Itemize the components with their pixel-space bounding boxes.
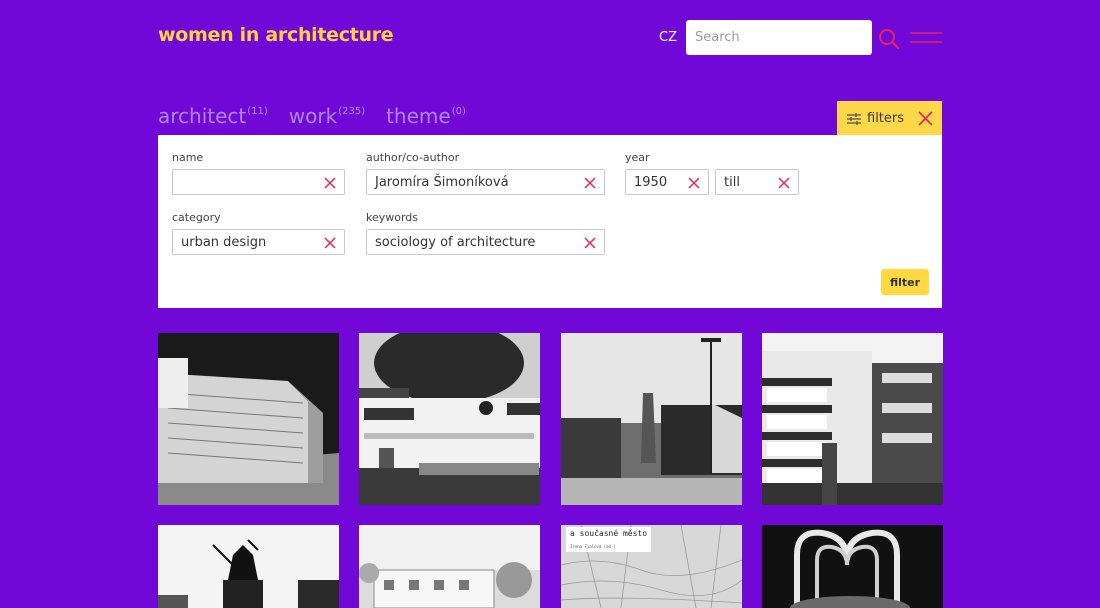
category-field[interactable]: urban design xyxy=(172,229,345,255)
work-thumbnail[interactable] xyxy=(158,333,339,505)
clear-icon[interactable] xyxy=(778,177,790,189)
result-tabs: architect (11) work (235) theme (0) xyxy=(158,104,466,128)
year-label: year xyxy=(625,151,650,164)
category-label: category xyxy=(172,211,221,224)
clear-icon[interactable] xyxy=(688,177,700,189)
work-thumbnail[interactable] xyxy=(359,333,540,505)
name-field[interactable] xyxy=(172,169,345,195)
author-value: Jaromíra Šimoníková xyxy=(375,175,509,190)
tab-label: architect xyxy=(158,104,247,128)
search-icon[interactable] xyxy=(878,28,900,50)
work-thumbnail[interactable] xyxy=(359,525,540,608)
work-thumbnail[interactable] xyxy=(762,525,943,608)
category-value: urban design xyxy=(181,235,267,250)
book-cover-map: a současné město Irena Fialová (ed.) xyxy=(561,525,742,608)
year-from-field[interactable]: 1950 xyxy=(625,169,709,195)
keywords-value: sociology of architecture xyxy=(375,235,536,250)
language-switch[interactable]: CZ xyxy=(659,30,677,45)
apartment-block-photo xyxy=(762,333,943,505)
chair-photo xyxy=(762,525,943,608)
clear-icon[interactable] xyxy=(324,237,336,249)
search-input[interactable] xyxy=(686,20,872,55)
filter-submit-button[interactable]: filter xyxy=(881,269,929,295)
building-model-photo xyxy=(158,333,339,505)
sliders-icon xyxy=(847,112,861,125)
work-thumbnail[interactable] xyxy=(158,525,339,608)
building-sketch-photo xyxy=(359,525,540,608)
work-thumbnail[interactable]: a současné město Irena Fialová (ed.) xyxy=(561,525,742,608)
tab-label: work xyxy=(288,104,338,128)
white-building-photo xyxy=(359,333,540,505)
filters-toggle-button[interactable]: filters xyxy=(837,101,942,136)
year-from-value: 1950 xyxy=(634,175,668,190)
tab-architect[interactable]: architect (11) xyxy=(158,104,268,128)
work-thumbnail[interactable] xyxy=(762,333,943,505)
author-field[interactable]: Jaromíra Šimoníková xyxy=(366,169,605,195)
tab-count: (0) xyxy=(451,106,466,117)
tab-count: (11) xyxy=(247,106,268,117)
tab-label: theme xyxy=(386,104,451,128)
close-icon[interactable] xyxy=(918,111,933,126)
name-label: name xyxy=(172,151,204,164)
year-till-field[interactable]: till xyxy=(715,169,799,195)
tab-work[interactable]: work (235) xyxy=(289,104,365,128)
author-label: author/co-author xyxy=(366,151,460,164)
filter-panel: name author/co-author Jaromíra Šimoníkov… xyxy=(158,135,942,308)
clear-icon[interactable] xyxy=(324,177,336,189)
menu-icon[interactable] xyxy=(910,30,942,46)
book-title: a současné město xyxy=(570,528,647,538)
filters-label: filters xyxy=(867,111,905,126)
clear-icon[interactable] xyxy=(584,177,596,189)
street-scene-photo xyxy=(561,333,742,505)
clear-icon[interactable] xyxy=(584,237,596,249)
site-logo[interactable]: women in architecture xyxy=(158,24,394,46)
book-author: Irena Fialová (ed.) xyxy=(570,544,616,549)
keywords-field[interactable]: sociology of architecture xyxy=(366,229,605,255)
tab-count: (235) xyxy=(338,106,366,117)
year-till-value: till xyxy=(724,175,740,190)
keywords-label: keywords xyxy=(366,211,419,224)
work-thumbnail[interactable] xyxy=(561,333,742,505)
tab-theme[interactable]: theme (0) xyxy=(386,104,466,128)
monument-photo xyxy=(158,525,339,608)
